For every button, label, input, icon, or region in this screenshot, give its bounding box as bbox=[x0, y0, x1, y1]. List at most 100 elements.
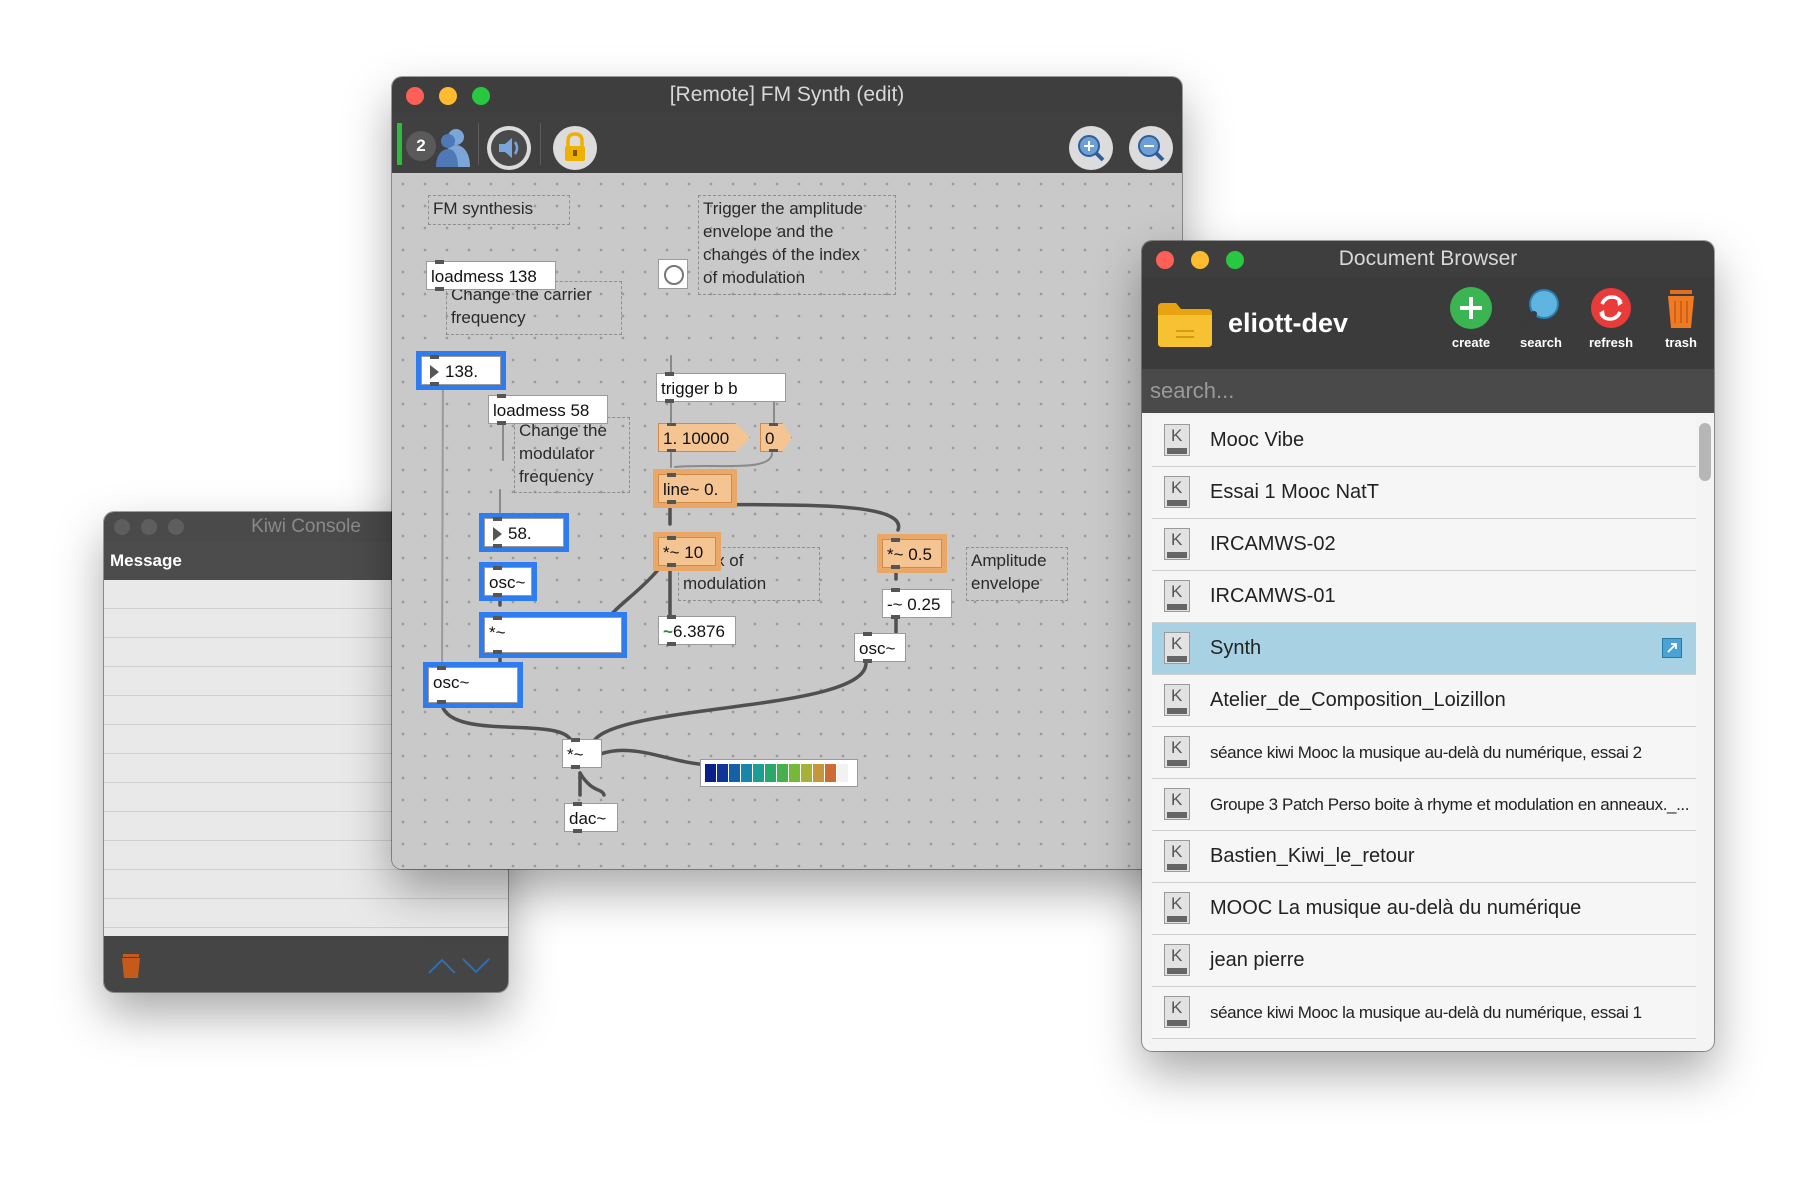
console-footer bbox=[104, 936, 508, 992]
patcher-toolbar: 2 bbox=[392, 113, 1182, 173]
kiwi-document-icon: K bbox=[1164, 736, 1190, 768]
folder-name: eliott-dev bbox=[1228, 308, 1349, 338]
browser-titlebar[interactable]: Document Browser bbox=[1142, 241, 1714, 278]
comment-trigger-envelope[interactable]: Trigger the amplitude envelope and the c… bbox=[698, 195, 896, 295]
signal-number-display[interactable]: ~6.3876 bbox=[658, 615, 736, 646]
line-object[interactable]: line~ 0. bbox=[658, 473, 732, 504]
document-row[interactable]: K MOOC La musique au-delà du numérique bbox=[1152, 883, 1696, 935]
kiwi-document-icon: K bbox=[1164, 528, 1190, 560]
multiply-modulator-object[interactable]: *~ bbox=[484, 616, 622, 654]
document-name: jean pierre bbox=[1210, 949, 1305, 971]
search-label: search bbox=[1520, 335, 1562, 350]
document-row[interactable]: K Synth bbox=[1152, 623, 1696, 675]
kiwi-document-icon: K bbox=[1164, 632, 1190, 664]
create-button[interactable]: create bbox=[1440, 287, 1502, 350]
minus-0-25-object[interactable]: -~ 0.25 bbox=[882, 588, 952, 619]
search-icon bbox=[1521, 289, 1559, 328]
meter-segment bbox=[741, 764, 752, 782]
trash-button[interactable]: trash bbox=[1650, 287, 1712, 350]
message-0[interactable]: 0 bbox=[760, 423, 792, 452]
osc-modulator-object[interactable]: osc~ bbox=[484, 566, 532, 597]
patcher-title: [Remote] FM Synth (edit) bbox=[669, 83, 905, 106]
osc-envelope-object[interactable]: osc~ bbox=[854, 632, 906, 663]
meter-segment bbox=[765, 764, 776, 782]
refresh-icon bbox=[1591, 288, 1631, 328]
kiwi-document-icon: K bbox=[1164, 424, 1190, 456]
chevron-up-icon[interactable] bbox=[427, 956, 457, 976]
document-name: Essai 1 Mooc NatT bbox=[1210, 481, 1379, 503]
signal-value: 6.3876 bbox=[672, 622, 725, 641]
document-list[interactable]: K Mooc Vibe K Essai 1 Mooc NatT K IRCAMWS-02 K… bbox=[1152, 415, 1696, 1051]
multiply-0-5-object[interactable]: *~ 0.5 bbox=[882, 538, 942, 569]
document-row[interactable]: K Atelier_de_Composition_Loizillon bbox=[1152, 675, 1696, 727]
scrollbar-thumb[interactable] bbox=[1699, 423, 1711, 481]
document-browser-window: Document Browser eliott-dev create searc… bbox=[1142, 241, 1714, 1051]
search-input[interactable] bbox=[1142, 369, 1714, 413]
refresh-button[interactable]: refresh bbox=[1580, 287, 1642, 350]
meter-segment bbox=[705, 764, 716, 782]
connection-indicator bbox=[397, 123, 402, 165]
tilde-icon: ~ bbox=[663, 622, 673, 641]
document-name: séance kiwi Mooc la musique au-delà du n… bbox=[1210, 743, 1642, 762]
comment-amplitude-envelope[interactable]: Amplitude envelope bbox=[966, 547, 1068, 601]
message-1-10000[interactable]: 1. 10000 bbox=[658, 423, 750, 452]
zoom-in-icon[interactable] bbox=[1068, 125, 1114, 171]
document-row[interactable]: K IRCAMWS-02 bbox=[1152, 519, 1696, 571]
number-triangle-icon bbox=[493, 527, 502, 541]
meter-segment bbox=[801, 764, 812, 782]
open-remote-icon[interactable] bbox=[1662, 638, 1682, 658]
dac-object[interactable]: dac~ bbox=[564, 802, 618, 833]
document-name: MOOC La musique au-delà du numérique bbox=[1210, 897, 1582, 919]
kiwi-document-icon: K bbox=[1164, 996, 1190, 1028]
kiwi-document-icon: K bbox=[1164, 840, 1190, 872]
bang-button[interactable] bbox=[658, 259, 688, 289]
loadmess-58-object[interactable]: loadmess 58 bbox=[488, 394, 608, 425]
lock-icon[interactable] bbox=[552, 125, 598, 171]
kiwi-document-icon: K bbox=[1164, 788, 1190, 820]
search-bar bbox=[1142, 369, 1714, 413]
document-row[interactable]: K IRCAMWS-01 bbox=[1152, 571, 1696, 623]
refresh-label: refresh bbox=[1588, 335, 1634, 350]
zoom-out-icon[interactable] bbox=[1128, 125, 1174, 171]
comment-modulator-frequency[interactable]: Change the modulator frequency bbox=[514, 417, 630, 493]
meter-segment bbox=[813, 764, 824, 782]
number-box-modulator[interactable]: 58. bbox=[484, 517, 564, 548]
number-value: 58. bbox=[508, 524, 532, 543]
document-name: IRCAMWS-02 bbox=[1210, 533, 1336, 555]
document-name: séance kiwi Mooc la musique au-delà du n… bbox=[1210, 1003, 1642, 1022]
users-count-badge[interactable]: 2 bbox=[406, 131, 436, 161]
multiply-10-object[interactable]: *~ 10 bbox=[658, 536, 716, 567]
multiply-output-object[interactable]: *~ bbox=[562, 738, 602, 769]
trash-icon[interactable] bbox=[118, 950, 144, 980]
loadmess-138-object[interactable]: loadmess 138 bbox=[426, 260, 556, 291]
document-row[interactable]: Kséance kiwi Mooc la musique au-delà du … bbox=[1152, 727, 1696, 779]
document-row[interactable]: K Essai 1 Mooc NatT bbox=[1152, 467, 1696, 519]
document-row[interactable]: K Groupe 3 Patch Perso boite à rhyme et m… bbox=[1152, 779, 1696, 831]
kiwi-document-icon: K bbox=[1164, 892, 1190, 924]
dsp-speaker-icon[interactable] bbox=[486, 125, 532, 171]
users-icon[interactable] bbox=[436, 127, 470, 167]
meter-segment bbox=[717, 764, 728, 782]
osc-carrier-object[interactable]: osc~ bbox=[428, 666, 518, 704]
trigger-object[interactable]: trigger b b bbox=[656, 372, 786, 403]
level-meter[interactable] bbox=[700, 759, 858, 787]
chevron-down-icon[interactable] bbox=[461, 956, 491, 976]
number-triangle-icon bbox=[430, 365, 439, 379]
kiwi-document-icon: K bbox=[1164, 944, 1190, 976]
patcher-titlebar[interactable]: [Remote] FM Synth (edit) bbox=[392, 77, 1182, 114]
document-row[interactable]: K Mooc Vibe bbox=[1152, 415, 1696, 467]
document-name: Synth bbox=[1210, 637, 1262, 659]
meter-segment bbox=[789, 764, 800, 782]
document-row[interactable]: Kjean pierre bbox=[1152, 935, 1696, 987]
patch-canvas[interactable]: FM synthesis Change the carrier frequenc… bbox=[392, 173, 1182, 869]
browser-title: Document Browser bbox=[1338, 247, 1518, 270]
search-button[interactable]: search bbox=[1510, 287, 1572, 350]
document-row[interactable]: Kséance kiwi Mooc la musique au-delà du … bbox=[1152, 987, 1696, 1039]
number-box-carrier[interactable]: 138. bbox=[421, 355, 501, 386]
kiwi-document-icon: K bbox=[1164, 476, 1190, 508]
document-row[interactable]: K Bastien_Kiwi_le_retour bbox=[1152, 831, 1696, 883]
plus-icon bbox=[1450, 287, 1492, 329]
comment-fm-synthesis[interactable]: FM synthesis bbox=[428, 195, 570, 225]
folder-icon bbox=[1158, 303, 1212, 347]
meter-segment bbox=[825, 764, 836, 782]
